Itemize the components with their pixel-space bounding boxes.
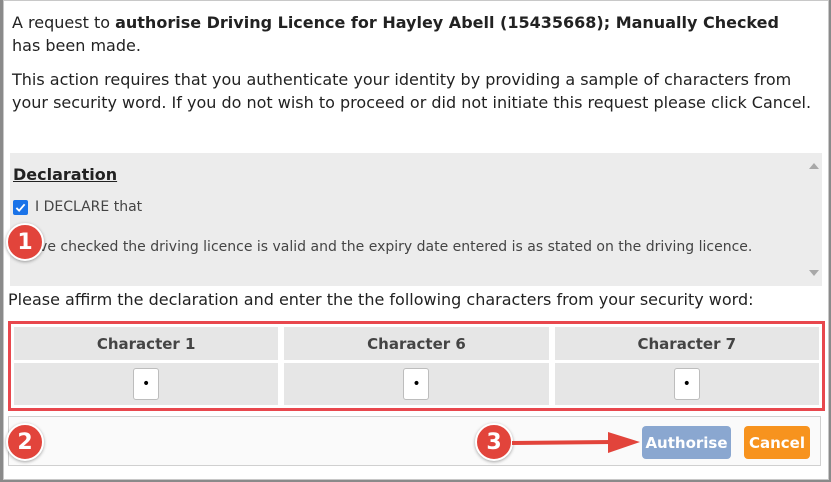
step-marker-3: 3 [475, 423, 513, 461]
request-action: authorise Driving Licence for Hayley Abe… [115, 13, 779, 32]
character-label: Character 1 [14, 327, 279, 360]
character-1-input[interactable] [133, 368, 160, 400]
arrow-icon [512, 432, 640, 453]
step-marker-1: 1 [6, 223, 44, 261]
character-6-input[interactable] [403, 368, 430, 400]
character-column: Character 6 [284, 327, 549, 405]
character-column: Character 7 [554, 327, 819, 405]
scroll-up-icon[interactable] [809, 163, 819, 169]
step-marker-2: 2 [6, 423, 44, 461]
declaration-title: Declaration [13, 165, 118, 184]
scroll-down-icon[interactable] [809, 270, 819, 276]
character-column: Character 1 [14, 327, 279, 405]
character-7-input[interactable] [673, 368, 700, 400]
affirm-instructions: Please affirm the declaration and enter … [8, 290, 754, 309]
request-message: A request to authorise Driving Licence f… [12, 13, 779, 55]
security-characters-table: Character 1 Character 6 Character 7 [8, 321, 825, 411]
declaration-text: I have checked the driving licence is va… [13, 239, 753, 255]
cancel-button[interactable]: Cancel [744, 426, 810, 459]
declare-checkbox[interactable] [13, 200, 28, 215]
authorise-button[interactable]: Authorise [642, 426, 731, 459]
declare-checkbox-label: I DECLARE that [35, 199, 143, 215]
auth-instructions: This action requires that you authentica… [12, 70, 812, 112]
declaration-scrollbar[interactable] [806, 153, 822, 286]
character-label: Character 6 [284, 327, 549, 360]
dialog-intro: A request to authorise Driving Licence f… [12, 11, 812, 114]
character-label: Character 7 [554, 327, 819, 360]
checkmark-icon [15, 203, 26, 213]
declaration-panel[interactable]: Declaration I DECLARE that I have checke… [10, 153, 822, 286]
